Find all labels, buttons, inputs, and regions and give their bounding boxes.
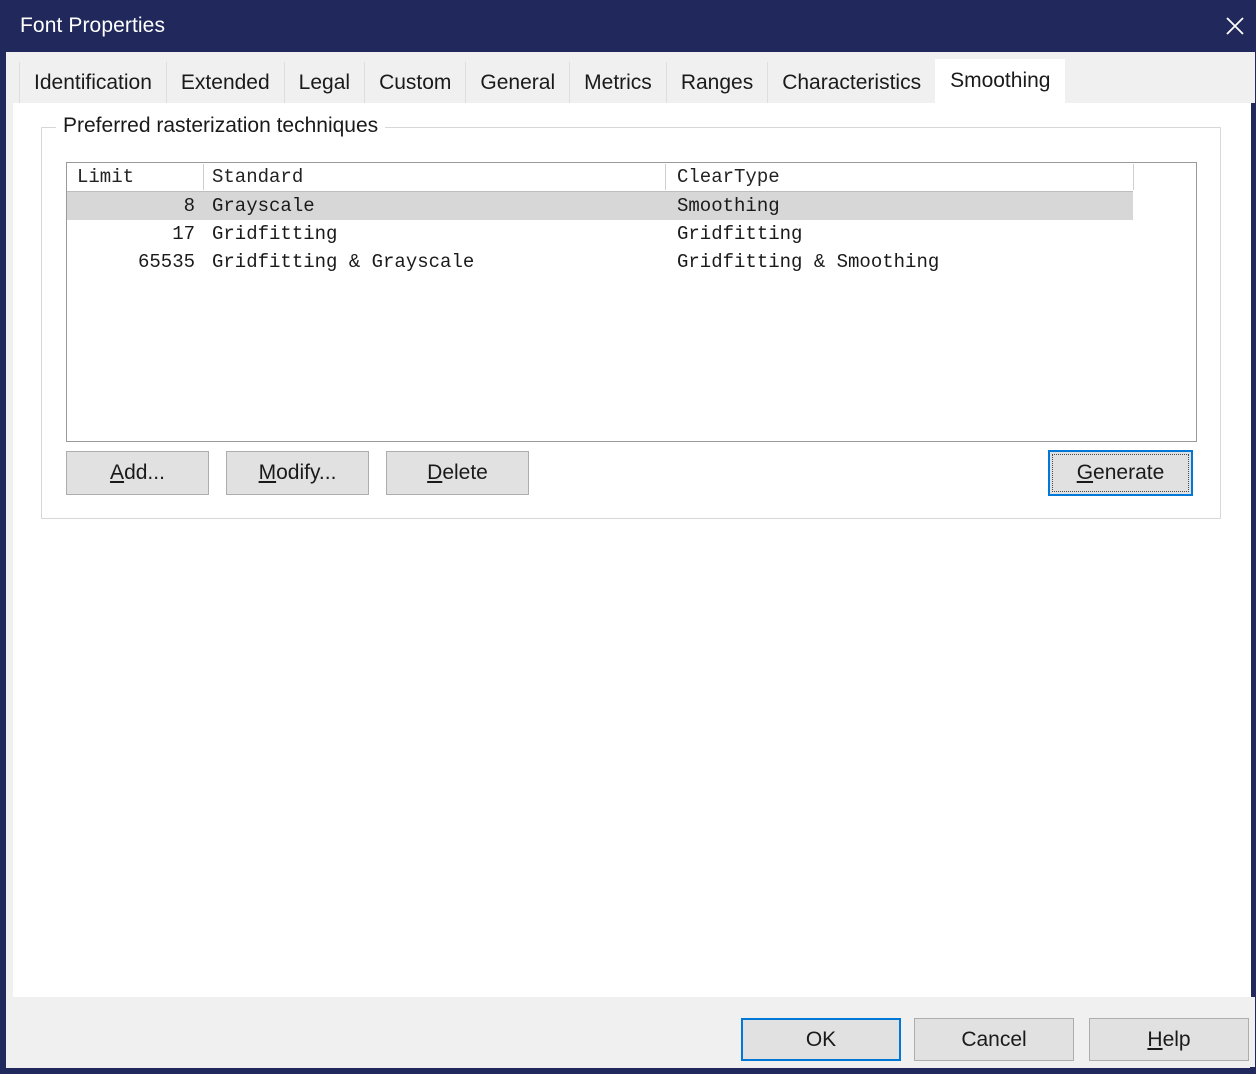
table-row[interactable]: 65535 Gridfitting & Grayscale Gridfittin… (67, 248, 1133, 276)
cell-standard: Grayscale (212, 195, 315, 217)
rasterization-listview[interactable]: Limit Standard ClearType 8 Grayscale Smo… (66, 162, 1197, 442)
tab-content-smoothing: Preferred rasterization techniques Limit… (13, 103, 1251, 997)
column-divider (665, 164, 666, 190)
groupbox-title: Preferred rasterization techniques (56, 114, 386, 138)
cell-standard: Gridfitting (212, 223, 338, 245)
tab-label: Identification (34, 70, 152, 94)
tab-metrics[interactable]: Metrics (569, 62, 667, 103)
table-row[interactable]: 17 Gridfitting Gridfitting (67, 220, 1133, 248)
tab-extended[interactable]: Extended (165, 62, 285, 103)
tab-label: Ranges (680, 70, 754, 94)
table-row[interactable]: 8 Grayscale Smoothing (67, 192, 1133, 220)
tab-general[interactable]: General (465, 62, 571, 103)
tab-list: Identification Extended Legal Custom Gen… (19, 59, 1066, 103)
generate-button[interactable]: Generate (1048, 450, 1193, 496)
tab-ranges[interactable]: Ranges (665, 62, 769, 103)
tab-label: Extended (180, 70, 270, 94)
delete-label-rest: elete (442, 461, 488, 484)
tab-custom[interactable]: Custom (364, 62, 467, 103)
modify-button[interactable]: Modify... (226, 451, 369, 495)
column-header-limit[interactable]: Limit (77, 163, 195, 191)
cancel-button[interactable]: Cancel (914, 1018, 1074, 1061)
add-button[interactable]: Add... (66, 451, 209, 495)
modify-accel-letter: M (258, 461, 277, 484)
tab-characteristics[interactable]: Characteristics (767, 62, 937, 103)
column-header-standard[interactable]: Standard (212, 163, 712, 191)
cell-limit: 8 (183, 195, 195, 217)
cell-standard: Gridfitting & Grayscale (212, 251, 475, 273)
modify-label-rest: odify... (276, 461, 337, 484)
listview-rows: 8 Grayscale Smoothing 17 Gridfitting Gri… (67, 192, 1196, 441)
cell-cleartype: Gridfitting (677, 223, 803, 245)
tab-label: Metrics (584, 70, 652, 94)
delete-accel-letter: D (427, 461, 443, 484)
help-accel-letter: H (1147, 1027, 1163, 1051)
title-bar: Font Properties (6, 0, 1256, 52)
tab-identification[interactable]: Identification (19, 62, 167, 103)
generate-accel-letter: G (1076, 461, 1094, 484)
tab-smoothing[interactable]: Smoothing (935, 59, 1066, 103)
listview-header: Limit Standard ClearType (67, 163, 1196, 192)
generate-label-rest: enerate (1093, 461, 1165, 484)
tab-label: General (480, 70, 556, 94)
cell-limit: 17 (172, 223, 195, 245)
cancel-label: Cancel (961, 1027, 1027, 1051)
close-icon[interactable] (1208, 0, 1256, 52)
font-properties-window: Font Properties Identification Extended … (0, 0, 1256, 1074)
tab-label: Custom (379, 70, 452, 94)
add-accel-letter: A (110, 461, 125, 484)
add-label-rest: dd... (124, 461, 165, 484)
delete-button[interactable]: Delete (386, 451, 529, 495)
window-title: Font Properties (20, 14, 166, 37)
column-header-cleartype[interactable]: ClearType (677, 163, 1132, 191)
help-label-rest: elp (1162, 1027, 1191, 1051)
column-divider (1133, 164, 1134, 190)
cell-cleartype: Smoothing (677, 195, 780, 217)
ok-label: OK (805, 1027, 837, 1051)
cell-limit: 65535 (137, 251, 195, 273)
tab-label: Characteristics (782, 70, 922, 94)
ok-button[interactable]: OK (741, 1018, 901, 1061)
help-button[interactable]: Help (1089, 1018, 1249, 1061)
cell-cleartype: Gridfitting & Smoothing (677, 251, 940, 273)
tab-legal[interactable]: Legal (283, 62, 366, 103)
tab-label: Smoothing (950, 69, 1051, 92)
tab-label: Legal (298, 70, 351, 94)
dialog-footer: OK Cancel Help (13, 997, 1255, 1067)
tab-strip: Identification Extended Legal Custom Gen… (13, 52, 1255, 103)
preferred-rasterization-groupbox: Preferred rasterization techniques Limit… (41, 114, 1221, 519)
column-divider (203, 164, 204, 190)
